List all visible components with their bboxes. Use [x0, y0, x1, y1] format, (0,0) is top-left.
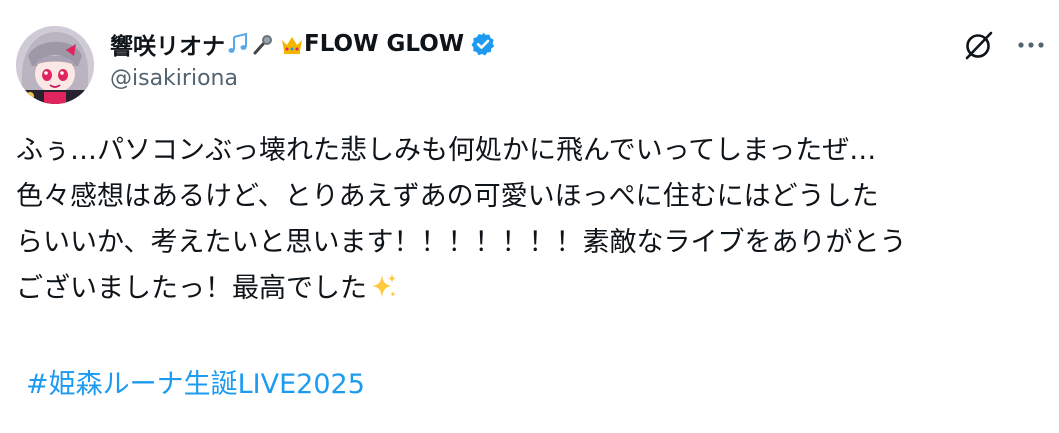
author-names: 響咲リオナ FLOW GLOW @isakiriona — [110, 26, 496, 91]
avatar-image — [16, 26, 94, 104]
tweet-text: ふぅ…パソコンぶっ壊れた悲しみも何処かに飛んでいってしまったぜ… 色々感想はある… — [16, 128, 1046, 312]
microphone-emoji-icon — [253, 35, 272, 55]
display-name-suffix[interactable]: FLOW GLOW — [304, 31, 464, 57]
avatar[interactable] — [16, 26, 94, 104]
grok-icon[interactable] — [962, 28, 996, 62]
display-name[interactable]: 響咲リオナ — [110, 27, 225, 61]
sparkles-emoji-icon — [372, 274, 396, 298]
verified-badge-icon[interactable] — [470, 31, 496, 57]
tweet-card: 響咲リオナ FLOW GLOW @isakiriona ふぅ…パソコンぶっ壊れた… — [0, 0, 1059, 433]
crown-emoji-icon — [282, 37, 302, 54]
tweet-header: 響咲リオナ FLOW GLOW @isakiriona — [16, 20, 1046, 104]
hashtag-link[interactable]: #姫森ルーナ生誕LIVE2025 — [26, 362, 365, 408]
tweet-text-content: ふぅ…パソコンぶっ壊れた悲しみも何処かに飛んでいってしまったぜ… 色々感想はある… — [16, 135, 907, 304]
header-actions — [962, 28, 1046, 62]
notes-emoji-icon — [228, 32, 247, 53]
author-handle[interactable]: @isakiriona — [110, 66, 496, 91]
display-name-row[interactable]: 響咲リオナ FLOW GLOW — [110, 26, 496, 62]
more-icon[interactable] — [1016, 30, 1046, 60]
